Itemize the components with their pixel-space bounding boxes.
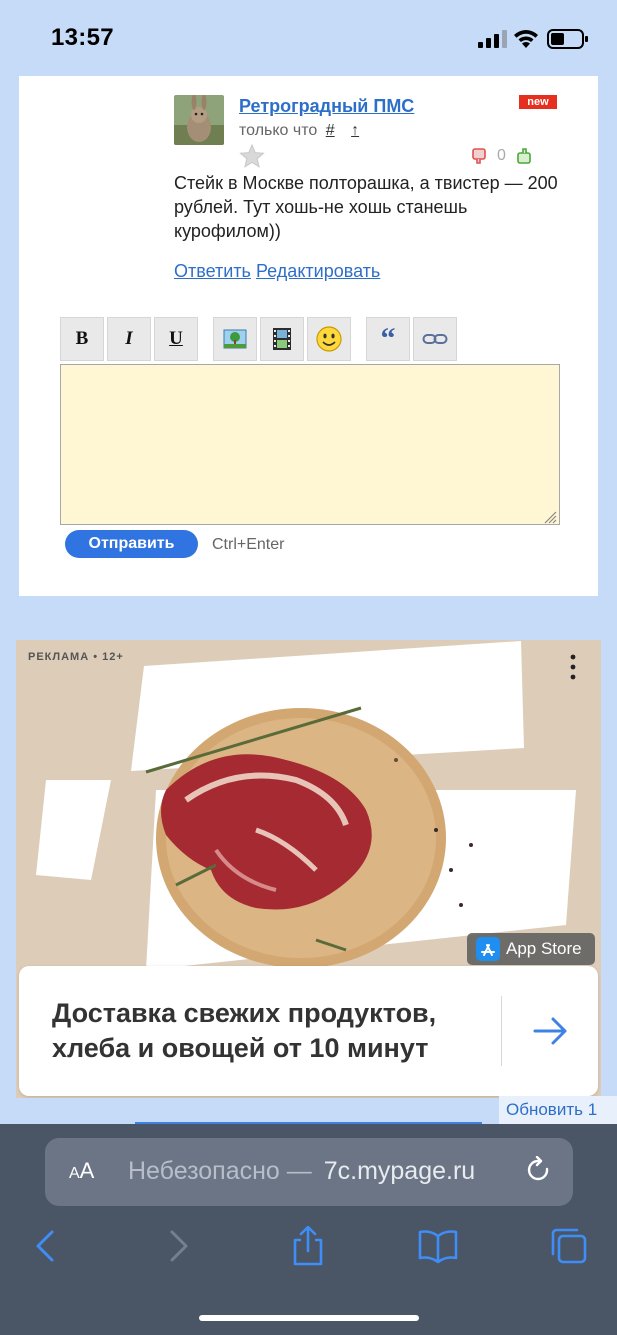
app-store-icon (476, 937, 500, 961)
reader-settings-button[interactable]: AA (69, 1158, 94, 1184)
comment-actions: Ответить Редактировать (174, 261, 380, 282)
address-bar[interactable]: AA Небезопасно — 7c.mypage.ru (45, 1138, 573, 1206)
app-store-badge[interactable]: App Store (467, 933, 595, 965)
link-icon (422, 334, 448, 344)
comment-textarea[interactable] (60, 364, 560, 525)
more-options-icon[interactable] (569, 654, 577, 680)
comment-time: только что (239, 122, 318, 139)
star-icon[interactable] (239, 144, 265, 168)
reload-icon[interactable] (525, 1156, 553, 1186)
browser-toolbar: AA Небезопасно — 7c.mypage.ru (0, 1124, 617, 1335)
app-store-label: App Store (506, 939, 582, 958)
quote-button[interactable]: “ (366, 317, 410, 361)
clock: 13:57 (51, 24, 114, 51)
comment-card: Ретроградный ПМС new только что # ↑ 0 Ст… (19, 76, 598, 596)
avatar[interactable] (174, 95, 224, 145)
smiley-button[interactable] (307, 317, 351, 361)
comment-meta: только что # ↑ (239, 122, 359, 140)
wifi-icon (514, 30, 538, 48)
refresh-button[interactable]: Обновить 1 (499, 1096, 617, 1124)
browser-nav (0, 1226, 617, 1270)
ad-label: РЕКЛАМА • 12+ (28, 651, 124, 663)
thumb-up-icon[interactable] (514, 147, 532, 165)
back-icon[interactable] (26, 1226, 66, 1266)
rating: 0 (471, 146, 532, 166)
italic-button[interactable]: I (107, 317, 151, 361)
status-bar: 13:57 (0, 0, 617, 76)
ad-divider (501, 996, 502, 1066)
tabs-icon[interactable] (549, 1226, 589, 1266)
shortcut-hint: Ctrl+Enter (212, 536, 285, 553)
link-button[interactable] (413, 317, 457, 361)
ad-panel[interactable]: Доставка свежих продуктов, хлеба и овоще… (19, 966, 598, 1096)
ad-headline: Доставка свежих продуктов, хлеба и овоще… (52, 998, 437, 1063)
url-text: Небезопасно — 7c.mypage.ru (128, 1157, 476, 1185)
comment-text: Стейк в Москве полторашка, а твистер — 2… (174, 173, 558, 241)
video-button[interactable] (260, 317, 304, 361)
permalink[interactable]: # (326, 122, 335, 139)
ad-image (36, 641, 576, 970)
bold-button[interactable]: B (60, 317, 104, 361)
home-indicator (199, 1315, 419, 1321)
resize-handle-icon[interactable] (543, 510, 557, 524)
bookmarks-icon[interactable] (418, 1226, 458, 1266)
rating-value: 0 (497, 147, 506, 164)
author-link[interactable]: Ретроградный ПМС (239, 96, 414, 117)
send-button[interactable]: Отправить (65, 530, 198, 558)
battery-icon (547, 29, 588, 49)
film-icon (273, 328, 291, 350)
smiley-icon (316, 326, 342, 352)
arrow-right-icon[interactable] (533, 1016, 569, 1046)
ad-banner[interactable]: РЕКЛАМА • 12+ App Store Доставка свежих … (16, 640, 601, 1098)
cellular-signal-icon (478, 30, 507, 48)
thumb-down-icon[interactable] (471, 147, 489, 165)
underline-button[interactable]: U (154, 317, 198, 361)
edit-link[interactable]: Редактировать (256, 261, 380, 281)
image-icon (223, 329, 247, 349)
new-badge: new (519, 95, 557, 109)
share-icon[interactable] (288, 1226, 328, 1266)
reply-link[interactable]: Ответить (174, 261, 251, 281)
parent-link[interactable]: ↑ (351, 122, 359, 139)
forward-icon (170, 1230, 188, 1262)
image-button[interactable] (213, 317, 257, 361)
